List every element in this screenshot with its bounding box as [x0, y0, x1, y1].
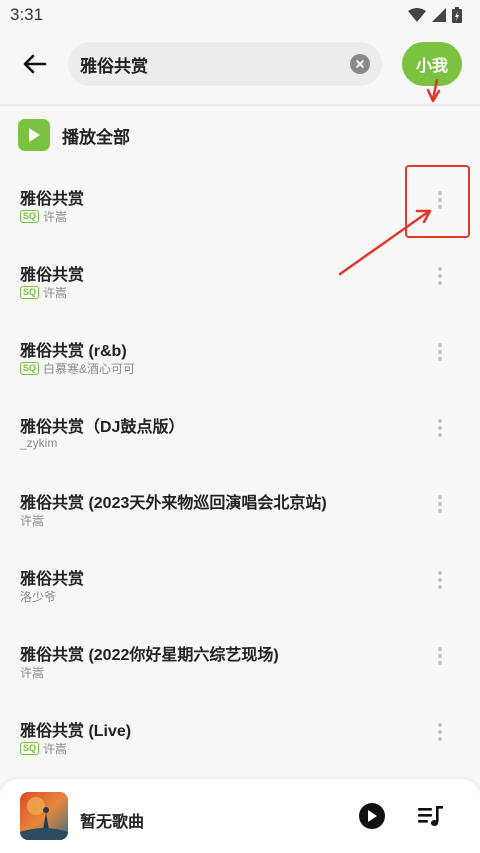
- song-meta: SQ 许嵩: [20, 284, 67, 301]
- play-pause-button[interactable]: [359, 803, 385, 829]
- song-artist: 许嵩: [43, 210, 68, 224]
- more-options-button[interactable]: [430, 641, 450, 671]
- back-arrow-icon: [23, 54, 47, 74]
- status-icons: [408, 7, 462, 23]
- song-row[interactable]: 雅俗共赏 SQ 许嵩: [0, 160, 480, 236]
- song-meta: 许嵩: [20, 664, 44, 681]
- song-title: 雅俗共赏: [20, 191, 85, 208]
- search-button[interactable]: 小我: [402, 42, 462, 86]
- song-title: 雅俗共赏 (Live): [20, 723, 132, 740]
- more-dots-icon: [438, 419, 442, 423]
- more-dot: [438, 502, 442, 506]
- song-artist: _zykim: [20, 436, 58, 450]
- more-dot: [438, 350, 442, 354]
- playlist-queue-icon[interactable]: [418, 805, 444, 827]
- more-dot: [438, 281, 442, 285]
- more-dot: [438, 205, 442, 209]
- more-dot: [438, 661, 442, 665]
- search-header: 小我: [0, 30, 480, 102]
- back-button[interactable]: [18, 47, 52, 81]
- more-options-button[interactable]: [430, 413, 450, 443]
- sq-badge: SQ: [20, 210, 40, 223]
- song-list: 雅俗共赏 SQ 许嵩 雅俗共赏 SQ 许嵩 雅俗共赏 (r&b) SQ 白慕寒&酒心可可 雅俗共赏…: [0, 160, 480, 768]
- song-meta: SQ 许嵩: [20, 208, 67, 225]
- more-dot: [438, 578, 442, 582]
- more-dot: [438, 737, 442, 741]
- more-options-button[interactable]: [430, 337, 450, 367]
- song-row[interactable]: 雅俗共赏 洛少爷: [0, 540, 480, 616]
- status-time: 3:31: [10, 5, 44, 24]
- sq-badge: SQ: [20, 362, 40, 375]
- more-options-button[interactable]: [430, 565, 450, 595]
- song-artist: 许嵩: [43, 742, 68, 756]
- signal-icon: [432, 8, 446, 22]
- more-dots-icon: [438, 343, 442, 347]
- more-dot: [438, 426, 442, 430]
- song-title: 雅俗共赏: [20, 571, 85, 588]
- song-artist: 许嵩: [43, 286, 68, 300]
- more-dots-icon: [438, 571, 442, 575]
- song-meta: 许嵩: [20, 512, 44, 529]
- sq-badge: SQ: [20, 286, 40, 299]
- song-row[interactable]: 雅俗共赏 SQ 许嵩: [0, 236, 480, 312]
- battery-icon: [452, 7, 462, 23]
- play-all-label: 播放全部: [62, 127, 130, 147]
- song-artist: 许嵩: [20, 514, 45, 528]
- song-title: 雅俗共赏（DJ鼓点版）: [20, 419, 185, 436]
- search-input[interactable]: [80, 54, 350, 74]
- more-options-button[interactable]: [430, 185, 450, 215]
- song-artist: 洛少爷: [20, 590, 57, 604]
- more-dot: [438, 274, 442, 278]
- more-dot: [438, 509, 442, 513]
- clear-search-button[interactable]: [350, 54, 370, 74]
- album-cover[interactable]: [20, 792, 68, 840]
- song-meta: 洛少爷: [20, 588, 56, 605]
- play-icon: [18, 119, 50, 151]
- more-options-button[interactable]: [430, 717, 450, 747]
- more-dots-icon: [438, 267, 442, 271]
- wifi-icon: [408, 8, 426, 22]
- song-meta: SQ 白慕寒&酒心可可: [20, 360, 135, 377]
- song-row[interactable]: 雅俗共赏 (Live) SQ 许嵩: [0, 692, 480, 768]
- search-box: [68, 42, 382, 86]
- song-title: 雅俗共赏: [20, 267, 85, 284]
- more-dot: [438, 654, 442, 658]
- more-options-button[interactable]: [430, 489, 450, 519]
- close-icon: [356, 60, 364, 68]
- now-playing-title: 暂无歌曲: [80, 814, 145, 831]
- more-dot: [438, 433, 442, 437]
- more-dots-icon: [438, 495, 442, 499]
- more-dots-icon: [438, 723, 442, 727]
- sq-badge: SQ: [20, 742, 40, 755]
- song-row[interactable]: 雅俗共赏（DJ鼓点版） _zykim: [0, 388, 480, 464]
- song-title: 雅俗共赏 (r&b): [20, 343, 127, 360]
- play-icon: [368, 810, 377, 822]
- more-dot: [438, 198, 442, 202]
- more-options-button[interactable]: [430, 261, 450, 291]
- song-row[interactable]: 雅俗共赏 (r&b) SQ 白慕寒&酒心可可: [0, 312, 480, 388]
- more-dot: [438, 730, 442, 734]
- song-row[interactable]: 雅俗共赏 (2023天外来物巡回演唱会北京站) 许嵩: [0, 464, 480, 540]
- song-title: 雅俗共赏 (2023天外来物巡回演唱会北京站): [20, 495, 327, 512]
- song-title: 雅俗共赏 (2022你好星期六综艺现场): [20, 647, 279, 664]
- more-dot: [438, 585, 442, 589]
- play-all-button[interactable]: 播放全部: [18, 118, 130, 152]
- more-dots-icon: [438, 647, 442, 651]
- more-dot: [438, 357, 442, 361]
- song-artist: 白慕寒&酒心可可: [43, 362, 136, 376]
- song-row[interactable]: 雅俗共赏 (2022你好星期六综艺现场) 许嵩: [0, 616, 480, 692]
- mini-player[interactable]: 暂无歌曲: [0, 779, 480, 853]
- song-meta: SQ 许嵩: [20, 740, 67, 757]
- more-dots-icon: [438, 191, 442, 195]
- status-bar: 3:31: [0, 0, 480, 30]
- song-artist: 许嵩: [20, 666, 45, 680]
- header-divider: [0, 104, 480, 106]
- song-meta: _zykim: [20, 436, 57, 450]
